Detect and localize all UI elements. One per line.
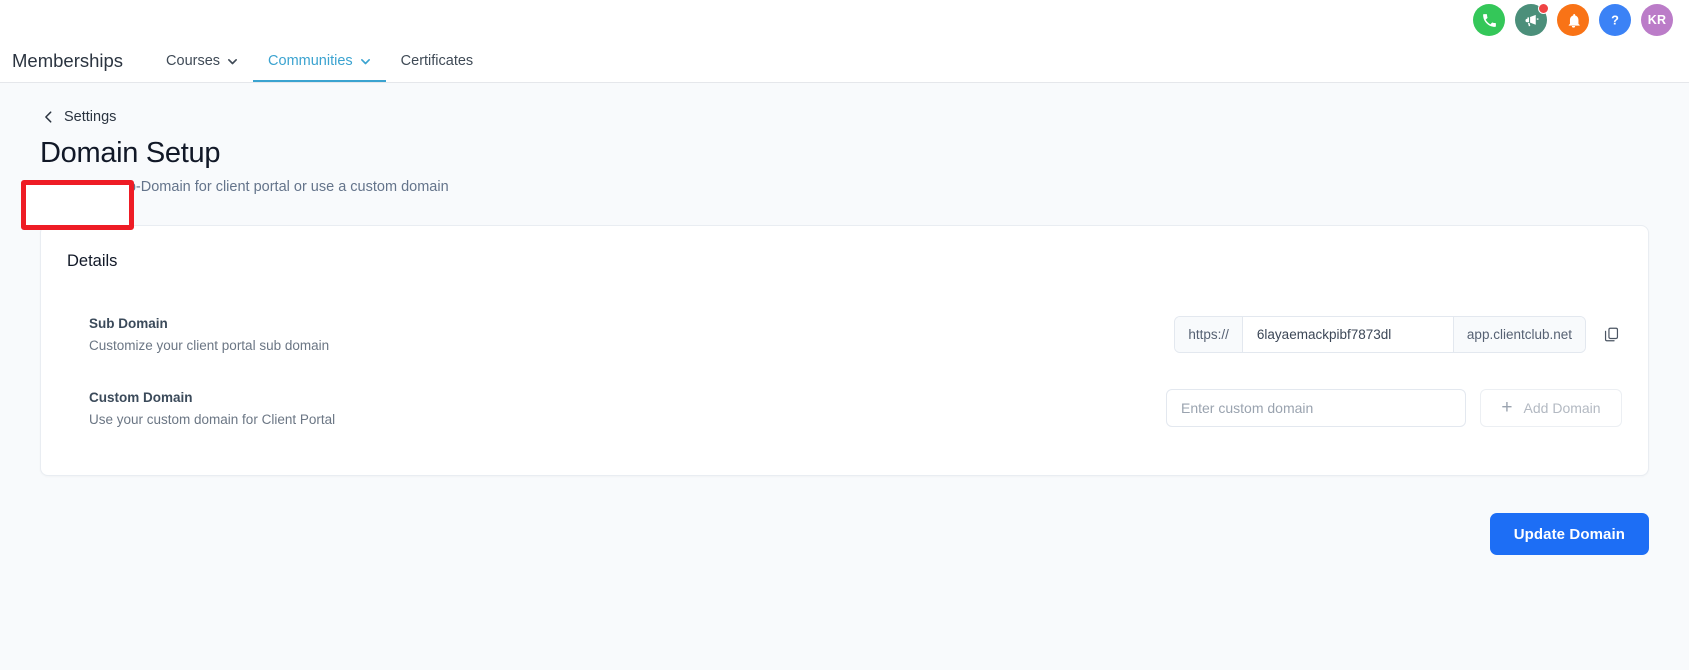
bell-icon[interactable] [1557, 4, 1589, 36]
custom-domain-label: Custom Domain [89, 389, 193, 405]
update-domain-button[interactable]: Update Domain [1489, 513, 1649, 556]
nav-item-communities[interactable]: Communities [253, 40, 386, 82]
sub-domain-input-group: https:// app.clientclub.net [1174, 315, 1586, 353]
help-icon[interactable]: ? [1599, 4, 1631, 36]
sub-domain-text-block: Sub Domain Customize your client portal … [89, 316, 329, 353]
nav-item-label: Certificates [400, 53, 474, 69]
svg-text:?: ? [1611, 13, 1619, 28]
custom-domain-controls: + Add Domain [1166, 389, 1622, 428]
brand-title: Memberships [12, 50, 124, 71]
top-icon-cluster: ? KR [1473, 3, 1673, 36]
chevron-down-icon [227, 56, 238, 67]
page-subtitle: Set up the Sub-Domain for client portal … [40, 179, 449, 196]
details-card-title: Details [67, 252, 118, 271]
sub-domain-protocol-prefix: https:// [1175, 316, 1243, 352]
avatar-initials: KR [1647, 13, 1667, 27]
nav-item-label: Communities [268, 53, 353, 69]
top-utility-bar: ? KR [0, 0, 1689, 40]
main-navbar: Memberships Courses Communities Certific… [0, 40, 1689, 83]
back-to-settings-button[interactable]: Settings [40, 105, 118, 129]
footer-actions: Update Domain [0, 476, 1689, 556]
page-body: Settings Domain Setup Set up the Sub-Dom… [0, 83, 1689, 477]
sub-domain-row: Sub Domain Customize your client portal … [67, 297, 1622, 371]
add-domain-button[interactable]: + Add Domain [1480, 389, 1622, 428]
highlight-annotation-box [21, 180, 134, 230]
details-card: Details Sub Domain Customize your client… [40, 225, 1649, 477]
megaphone-icon[interactable] [1515, 3, 1549, 36]
custom-domain-description: Use your custom domain for Client Portal [89, 411, 336, 427]
sub-domain-label: Sub Domain [89, 315, 168, 331]
notification-badge-dot [1538, 3, 1549, 14]
back-link-label: Settings [64, 109, 117, 125]
phone-icon[interactable] [1473, 4, 1505, 36]
custom-domain-input[interactable] [1166, 389, 1466, 428]
nav-item-label: Courses [166, 53, 221, 69]
sub-domain-base-suffix: app.clientclub.net [1452, 316, 1585, 352]
copy-icon[interactable] [1600, 322, 1622, 346]
chevron-left-icon [42, 110, 55, 124]
nav-item-certificates[interactable]: Certificates [386, 40, 489, 82]
sub-domain-description: Customize your client portal sub domain [89, 337, 330, 353]
plus-icon: + [1501, 396, 1513, 418]
sub-domain-controls: https:// app.clientclub.net [1174, 315, 1622, 353]
sub-domain-input[interactable] [1242, 316, 1453, 352]
add-domain-label: Add Domain [1523, 400, 1601, 417]
page-title: Domain Setup [40, 137, 221, 169]
chevron-down-icon [360, 56, 371, 67]
avatar[interactable]: KR [1641, 4, 1673, 36]
custom-domain-row: Custom Domain Use your custom domain for… [67, 371, 1622, 445]
custom-domain-text-block: Custom Domain Use your custom domain for… [89, 390, 335, 427]
nav-item-courses[interactable]: Courses [151, 40, 253, 82]
